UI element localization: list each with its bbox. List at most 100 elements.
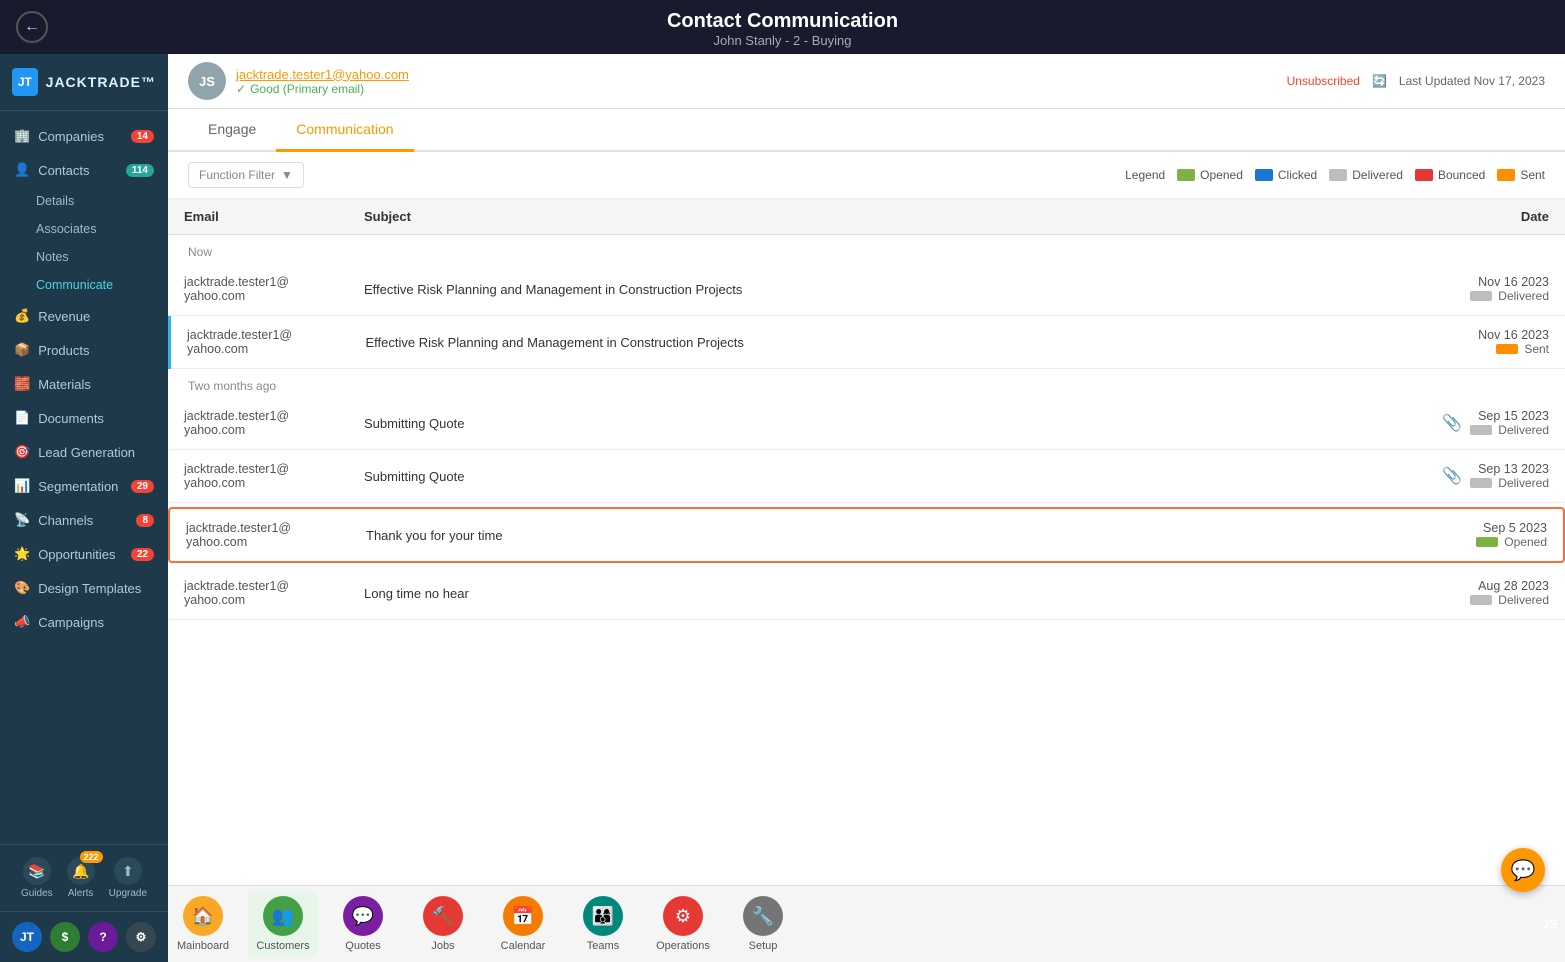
email-subject-2: Effective Risk Planning and Management i… [366, 335, 1350, 350]
revenue-icon: 💰 [14, 308, 30, 324]
sidebar-item-lead-generation[interactable]: 🎯 Lead Generation [0, 435, 168, 469]
sidebar-item-communicate[interactable]: Communicate [0, 271, 168, 299]
status-label-6: Delivered [1498, 593, 1549, 607]
alerts-button[interactable]: 🔔 222 Alerts [67, 857, 95, 899]
sidebar-navigation: 🏢 Companies 14 👤 Contacts 114 Details As… [0, 111, 168, 844]
function-filter-button[interactable]: Function Filter ▼ [188, 162, 304, 188]
status-label-4: Delivered [1498, 476, 1549, 490]
nav-jobs[interactable]: 🔨 Jobs [408, 892, 478, 956]
sidebar-item-notes[interactable]: Notes [0, 243, 168, 271]
nav-mainboard[interactable]: 🏠 Mainboard [168, 892, 238, 956]
tabs-bar: Engage Communication [168, 109, 1565, 152]
sidebar-item-segmentation[interactable]: 📊 Segmentation 29 [0, 469, 168, 503]
email-row-5-highlighted[interactable]: jacktrade.tester1@yahoo.com Thank you fo… [168, 507, 1565, 563]
section-label-two-months: Two months ago [168, 369, 1565, 397]
nav-calendar[interactable]: 📅 Calendar [488, 892, 558, 956]
avatar-dollar[interactable]: $ [50, 922, 80, 952]
content-area: JS jacktrade.tester1@yahoo.com ✓ Good (P… [168, 54, 1565, 962]
email-subject-3: Submitting Quote [364, 416, 1349, 431]
opportunities-icon: 🌟 [14, 546, 30, 562]
email-address-4: jacktrade.tester1@yahoo.com [184, 462, 332, 490]
status-label-3: Delivered [1498, 423, 1549, 437]
nav-setup[interactable]: 🔧 Setup [728, 892, 798, 956]
status-dot-3 [1470, 425, 1492, 435]
upgrade-button[interactable]: ⬆ Upgrade [109, 857, 147, 899]
nav-customers[interactable]: 👥 Customers [248, 892, 318, 956]
email-address-3: jacktrade.tester1@yahoo.com [184, 409, 332, 437]
back-button[interactable]: ← [16, 11, 48, 43]
contacts-icon: 👤 [14, 162, 30, 178]
lead-gen-icon: 🎯 [14, 444, 30, 460]
legend: Legend Opened Clicked Delivered [1125, 168, 1545, 182]
email-address-5: jacktrade.tester1@yahoo.com [186, 521, 334, 549]
email-address-6: jacktrade.tester1@yahoo.com [184, 579, 332, 607]
companies-icon: 🏢 [14, 128, 30, 144]
setup-icon: 🔧 [743, 896, 783, 936]
nav-quotes[interactable]: 💬 Quotes [328, 892, 398, 956]
sidebar-item-details[interactable]: Details [0, 187, 168, 215]
page-subtitle: John Stanly - 2 - Buying [0, 33, 1565, 48]
avatar-jt[interactable]: JT [12, 922, 42, 952]
sidebar-item-opportunities[interactable]: 🌟 Opportunities 22 [0, 537, 168, 571]
sidebar-item-companies[interactable]: 🏢 Companies 14 [0, 119, 168, 153]
nav-teams[interactable]: 👨‍👩‍👦 Teams [568, 892, 638, 956]
page-header: ← Contact Communication John Stanly - 2 … [0, 0, 1565, 54]
col-email: Email [168, 199, 348, 235]
status-label-5: Opened [1504, 535, 1547, 549]
jobs-icon: 🔨 [423, 896, 463, 936]
avatar-question[interactable]: ? [88, 922, 118, 952]
opened-dot [1177, 169, 1195, 181]
status-dot-2 [1496, 344, 1518, 354]
sidebar-item-materials[interactable]: 🧱 Materials [0, 367, 168, 401]
status-dot-5 [1476, 537, 1498, 547]
legend-bounced: Bounced [1415, 168, 1485, 182]
email-date-6: Aug 28 2023 [1381, 579, 1549, 593]
nav-operations[interactable]: ⚙ Operations [648, 892, 718, 956]
email-row-4[interactable]: jacktrade.tester1@yahoo.com Submitting Q… [168, 450, 1565, 503]
sidebar-item-documents[interactable]: 📄 Documents [0, 401, 168, 435]
email-row-2[interactable]: jacktrade.tester1@yahoo.com Effective Ri… [168, 316, 1565, 369]
email-row-6[interactable]: jacktrade.tester1@yahoo.com Long time no… [168, 567, 1565, 620]
chat-fab-button[interactable]: 💬 [1501, 848, 1545, 892]
email-date-3: Sep 15 2023 [1470, 409, 1549, 423]
sidebar-item-revenue[interactable]: 💰 Revenue [0, 299, 168, 333]
email-table-container: Function Filter ▼ Legend Opened Clicked [168, 152, 1565, 885]
email-date-4: Sep 13 2023 [1470, 462, 1549, 476]
guides-button[interactable]: 📚 Guides [21, 857, 53, 899]
contact-info-bar: JS jacktrade.tester1@yahoo.com ✓ Good (P… [168, 54, 1565, 109]
user-avatar-bottom[interactable]: JS [1535, 909, 1565, 939]
sidebar-item-label: Contacts [38, 163, 89, 178]
sidebar-item-label: Companies [38, 129, 104, 144]
channels-badge: 8 [136, 514, 154, 527]
design-templates-icon: 🎨 [14, 580, 30, 596]
avatar-settings[interactable]: ⚙ [126, 922, 156, 952]
bottom-navigation: 🏠 Mainboard 👥 Customers 💬 Quotes 🔨 Jobs … [168, 885, 1565, 962]
sidebar-item-design-templates[interactable]: 🎨 Design Templates [0, 571, 168, 605]
status-dot-4 [1470, 478, 1492, 488]
email-date-1: Nov 16 2023 [1381, 275, 1549, 289]
contact-email[interactable]: jacktrade.tester1@yahoo.com [236, 67, 409, 82]
sidebar-item-products[interactable]: 📦 Products [0, 333, 168, 367]
contact-avatar: JS [188, 62, 226, 100]
sidebar-item-campaigns[interactable]: 📣 Campaigns [0, 605, 168, 639]
sidebar-item-associates[interactable]: Associates [0, 215, 168, 243]
clicked-dot [1255, 169, 1273, 181]
sidebar: JT JACKTRADE™ 🏢 Companies 14 👤 Contacts … [0, 54, 168, 962]
tab-engage[interactable]: Engage [188, 109, 276, 152]
sidebar-item-channels[interactable]: 📡 Channels 8 [0, 503, 168, 537]
documents-icon: 📄 [14, 410, 30, 426]
teams-icon: 👨‍👩‍👦 [583, 896, 623, 936]
opportunities-badge: 22 [131, 548, 154, 561]
sidebar-item-contacts[interactable]: 👤 Contacts 114 [0, 153, 168, 187]
email-row-1[interactable]: jacktrade.tester1@yahoo.com Effective Ri… [168, 263, 1565, 316]
unsubscribed-link[interactable]: Unsubscribed [1287, 74, 1360, 88]
mainboard-icon: 🏠 [183, 896, 223, 936]
customers-icon: 👥 [263, 896, 303, 936]
tab-communication[interactable]: Communication [276, 109, 413, 152]
sent-dot [1497, 169, 1515, 181]
logo-icon: JT [12, 68, 38, 96]
email-row-3[interactable]: jacktrade.tester1@yahoo.com Submitting Q… [168, 397, 1565, 450]
sidebar-footer: 📚 Guides 🔔 222 Alerts ⬆ Upgrade [0, 844, 168, 911]
quotes-icon: 💬 [343, 896, 383, 936]
contacts-badge: 114 [126, 164, 154, 177]
